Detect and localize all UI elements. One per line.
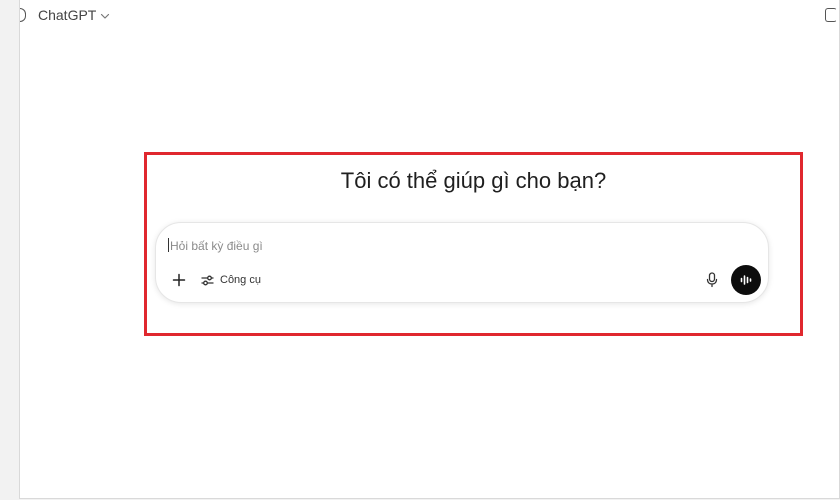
add-attachment-button[interactable] bbox=[171, 272, 187, 288]
page-title: Tôi có thể giúp gì cho bạn? bbox=[340, 168, 607, 193]
prompt-input[interactable] bbox=[168, 235, 732, 257]
model-selector[interactable]: ChatGPT bbox=[38, 7, 110, 23]
chevron-down-icon bbox=[101, 13, 110, 19]
tools-label: Công cụ bbox=[220, 274, 261, 286]
tools-button[interactable]: Công cụ bbox=[201, 272, 261, 288]
microphone-icon bbox=[706, 272, 718, 288]
plus-icon bbox=[172, 273, 186, 287]
model-name: ChatGPT bbox=[38, 7, 97, 23]
sliders-icon bbox=[201, 275, 214, 285]
voice-mode-icon bbox=[740, 275, 752, 285]
sidebar-toggle-icon[interactable] bbox=[20, 8, 26, 22]
text-caret bbox=[168, 238, 169, 252]
voice-mode-button[interactable] bbox=[731, 265, 761, 295]
composer: Công cụ bbox=[155, 222, 769, 303]
dictate-button[interactable] bbox=[704, 271, 720, 289]
new-chat-icon[interactable] bbox=[825, 8, 837, 22]
